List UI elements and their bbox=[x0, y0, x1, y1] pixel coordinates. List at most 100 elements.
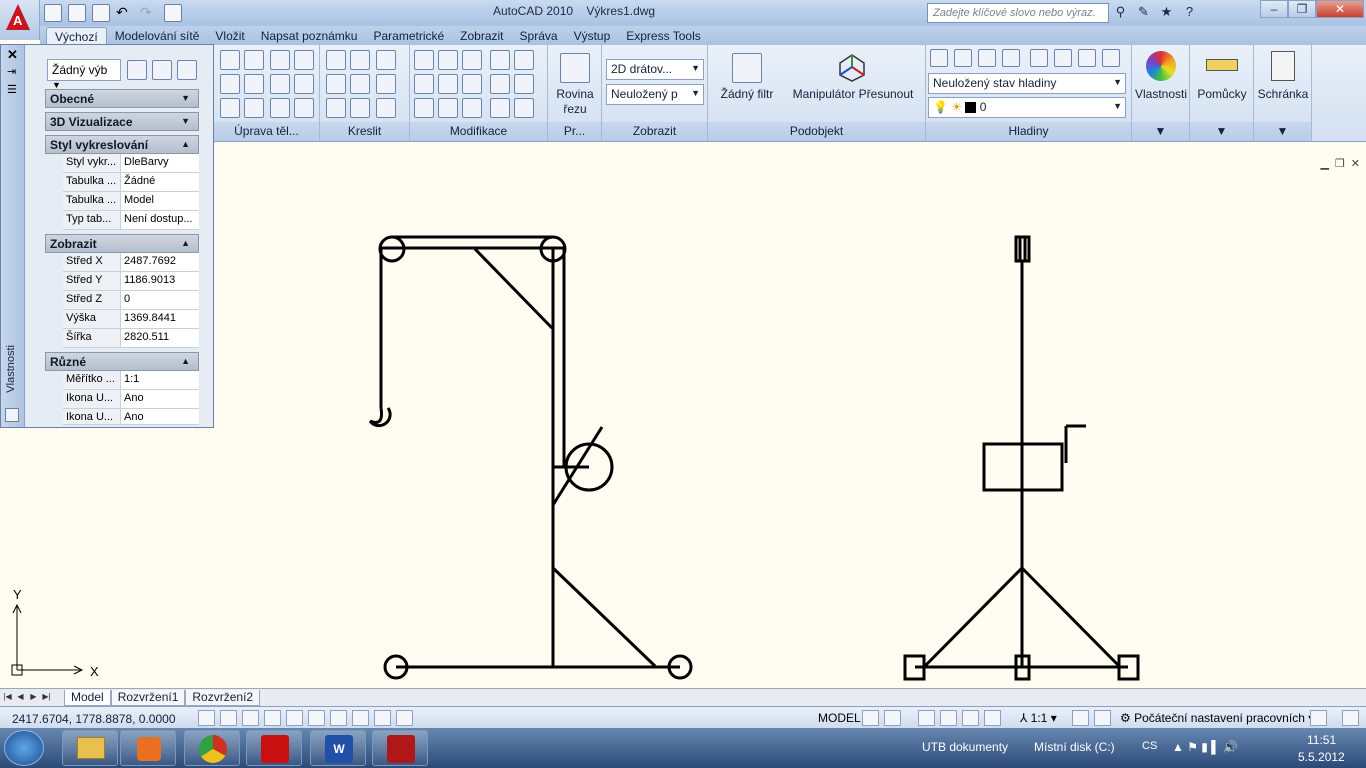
open-icon[interactable] bbox=[68, 4, 86, 22]
intersect-icon[interactable] bbox=[220, 98, 240, 118]
gizmo-label[interactable]: Manipulátor Přesunout bbox=[786, 87, 920, 101]
ducs-icon[interactable] bbox=[352, 710, 369, 726]
array-icon[interactable] bbox=[414, 98, 434, 118]
3d-osnap-icon[interactable] bbox=[308, 710, 325, 726]
panel-label[interactable]: Zobrazit bbox=[602, 122, 707, 141]
selection-select[interactable]: Žádný výb ▼ bbox=[47, 59, 121, 90]
property-row[interactable]: Styl vykr... DleBarvy bbox=[63, 154, 199, 173]
quick-select-icon[interactable] bbox=[177, 60, 197, 80]
layer-off-icon[interactable] bbox=[1030, 49, 1048, 67]
polar-icon[interactable] bbox=[264, 710, 281, 726]
property-row[interactable]: Výška 1369.8441 bbox=[63, 310, 199, 329]
quickview-layouts-icon[interactable] bbox=[862, 710, 879, 726]
tray-icons[interactable]: ▲ ⚑ ▮ ▌ 🔊 bbox=[1172, 740, 1238, 754]
language-indicator[interactable]: CS bbox=[1142, 740, 1157, 752]
property-row[interactable]: Typ tab... Není dostup... bbox=[63, 211, 199, 230]
layer-properties-icon[interactable] bbox=[930, 49, 948, 67]
clock-date[interactable]: 5.5.2012 bbox=[1298, 750, 1345, 764]
tools-icon[interactable]: ✎ bbox=[1135, 3, 1152, 20]
prev-tab-icon[interactable]: ◀ bbox=[15, 692, 26, 704]
steeringwheel-icon[interactable] bbox=[962, 710, 979, 726]
plot-icon[interactable] bbox=[164, 4, 182, 22]
layer-state-select[interactable]: Neuložený stav hladiny ▼ bbox=[928, 73, 1126, 94]
showmotion-icon[interactable] bbox=[984, 710, 1001, 726]
section-misc[interactable]: Různé ▲ bbox=[45, 352, 199, 371]
saved-view-select[interactable]: Neuložený p ▼ bbox=[606, 84, 704, 105]
chrome-icon[interactable] bbox=[184, 730, 240, 766]
new-icon[interactable] bbox=[44, 4, 62, 22]
media-player-icon[interactable] bbox=[120, 730, 176, 766]
property-row[interactable]: Šířka 2820.511 bbox=[63, 329, 199, 348]
section-plane-label-2[interactable]: řezu bbox=[548, 102, 602, 116]
star-icon[interactable]: ★ bbox=[1158, 3, 1175, 20]
annotation-scale[interactable]: ⅄ 1:1 ▾ bbox=[1020, 711, 1057, 725]
coordinates-readout[interactable]: 2417.6704, 1778.8878, 0.0000 bbox=[12, 712, 176, 726]
tab-output[interactable]: Výstup bbox=[566, 27, 619, 45]
3d-rotate-icon[interactable] bbox=[438, 74, 458, 94]
lineweight-icon[interactable] bbox=[396, 710, 413, 726]
section-plane-icon[interactable] bbox=[560, 53, 590, 83]
offset-faces-icon[interactable] bbox=[270, 74, 290, 94]
quickview-drawings-icon[interactable] bbox=[884, 710, 901, 726]
toggle-pickadd-icon[interactable] bbox=[127, 60, 147, 80]
tab-mesh[interactable]: Modelování sítě bbox=[107, 27, 208, 45]
layer-isolate-icon[interactable] bbox=[978, 49, 996, 67]
clipboard-icon[interactable] bbox=[1271, 51, 1295, 81]
snap-icon[interactable] bbox=[198, 710, 215, 726]
mirror-icon[interactable] bbox=[462, 98, 482, 118]
panel-label[interactable]: Hladiny bbox=[926, 122, 1131, 141]
panel-label[interactable]: Modifikace bbox=[410, 122, 547, 141]
taper-icon[interactable] bbox=[244, 98, 264, 118]
ortho-icon[interactable] bbox=[242, 710, 259, 726]
undo-icon[interactable]: ↶ bbox=[116, 4, 134, 22]
no-filter-icon[interactable] bbox=[732, 53, 762, 83]
erase-icon[interactable] bbox=[514, 98, 534, 118]
first-tab-icon[interactable]: |◀ bbox=[2, 692, 13, 704]
extract-edges-icon[interactable] bbox=[244, 50, 264, 70]
chamfer-icon[interactable] bbox=[514, 74, 534, 94]
layer-states-icon[interactable] bbox=[954, 49, 972, 67]
section-general[interactable]: Obecné ▼ bbox=[45, 89, 199, 108]
visual-style-select[interactable]: 2D drátov... ▼ bbox=[606, 59, 704, 80]
tab-home[interactable]: Výchozí bbox=[46, 27, 107, 45]
shell-icon[interactable] bbox=[294, 74, 314, 94]
application-menu-button[interactable]: A bbox=[0, 0, 40, 40]
property-row[interactable]: Ikona U... Ano bbox=[63, 390, 199, 409]
model-button[interactable]: MODEL bbox=[818, 711, 861, 725]
copy-icon[interactable] bbox=[490, 50, 510, 70]
tab-annotate[interactable]: Napsat poznámku bbox=[253, 27, 366, 45]
3d-move-icon[interactable] bbox=[438, 50, 458, 70]
tab-manage[interactable]: Správa bbox=[512, 27, 566, 45]
separate-icon[interactable] bbox=[294, 50, 314, 70]
explorer-icon[interactable] bbox=[62, 730, 118, 766]
toolbar-utb[interactable]: UTB dokumenty bbox=[922, 740, 1008, 754]
tab-express-tools[interactable]: Express Tools bbox=[618, 27, 708, 45]
layer-lock-icon[interactable] bbox=[1054, 49, 1072, 67]
osnap-icon[interactable] bbox=[286, 710, 303, 726]
panel-label[interactable]: Pr... bbox=[548, 122, 601, 141]
property-row[interactable]: Střed Z0 bbox=[63, 291, 199, 310]
panel-expander[interactable]: ▼ bbox=[1190, 122, 1253, 141]
tab-parametric[interactable]: Parametrické bbox=[365, 27, 452, 45]
scale-icon[interactable] bbox=[490, 74, 510, 94]
tab-layout1[interactable]: Rozvržení1 bbox=[110, 689, 186, 706]
close-icon[interactable]: ✕ bbox=[1316, 0, 1364, 18]
redo-icon[interactable]: ↷ bbox=[140, 4, 158, 22]
lock-icon[interactable] bbox=[1310, 710, 1327, 726]
panel-label[interactable]: Kreslit bbox=[320, 122, 409, 141]
3d-align-icon[interactable] bbox=[438, 98, 458, 118]
polyline-icon[interactable] bbox=[326, 50, 346, 70]
grid-icon[interactable] bbox=[220, 710, 237, 726]
rotate-icon[interactable] bbox=[462, 74, 482, 94]
toolbar-local-disk[interactable]: Místní disk (C:) bbox=[1034, 740, 1115, 754]
property-row[interactable]: Střed X 2487.7692 bbox=[63, 253, 199, 272]
autocad-taskbar-icon[interactable] bbox=[372, 730, 428, 766]
circle-icon[interactable] bbox=[376, 74, 396, 94]
subtract-icon[interactable] bbox=[220, 74, 240, 94]
help-icon[interactable]: ? bbox=[1181, 3, 1198, 20]
trim-icon[interactable] bbox=[414, 50, 434, 70]
section-view[interactable]: Zobrazit ▲ bbox=[45, 234, 199, 253]
auto-scale-icon[interactable] bbox=[1094, 710, 1111, 726]
binoculars-icon[interactable]: ⚲ bbox=[1112, 3, 1129, 20]
tab-model[interactable]: Model bbox=[64, 689, 111, 706]
